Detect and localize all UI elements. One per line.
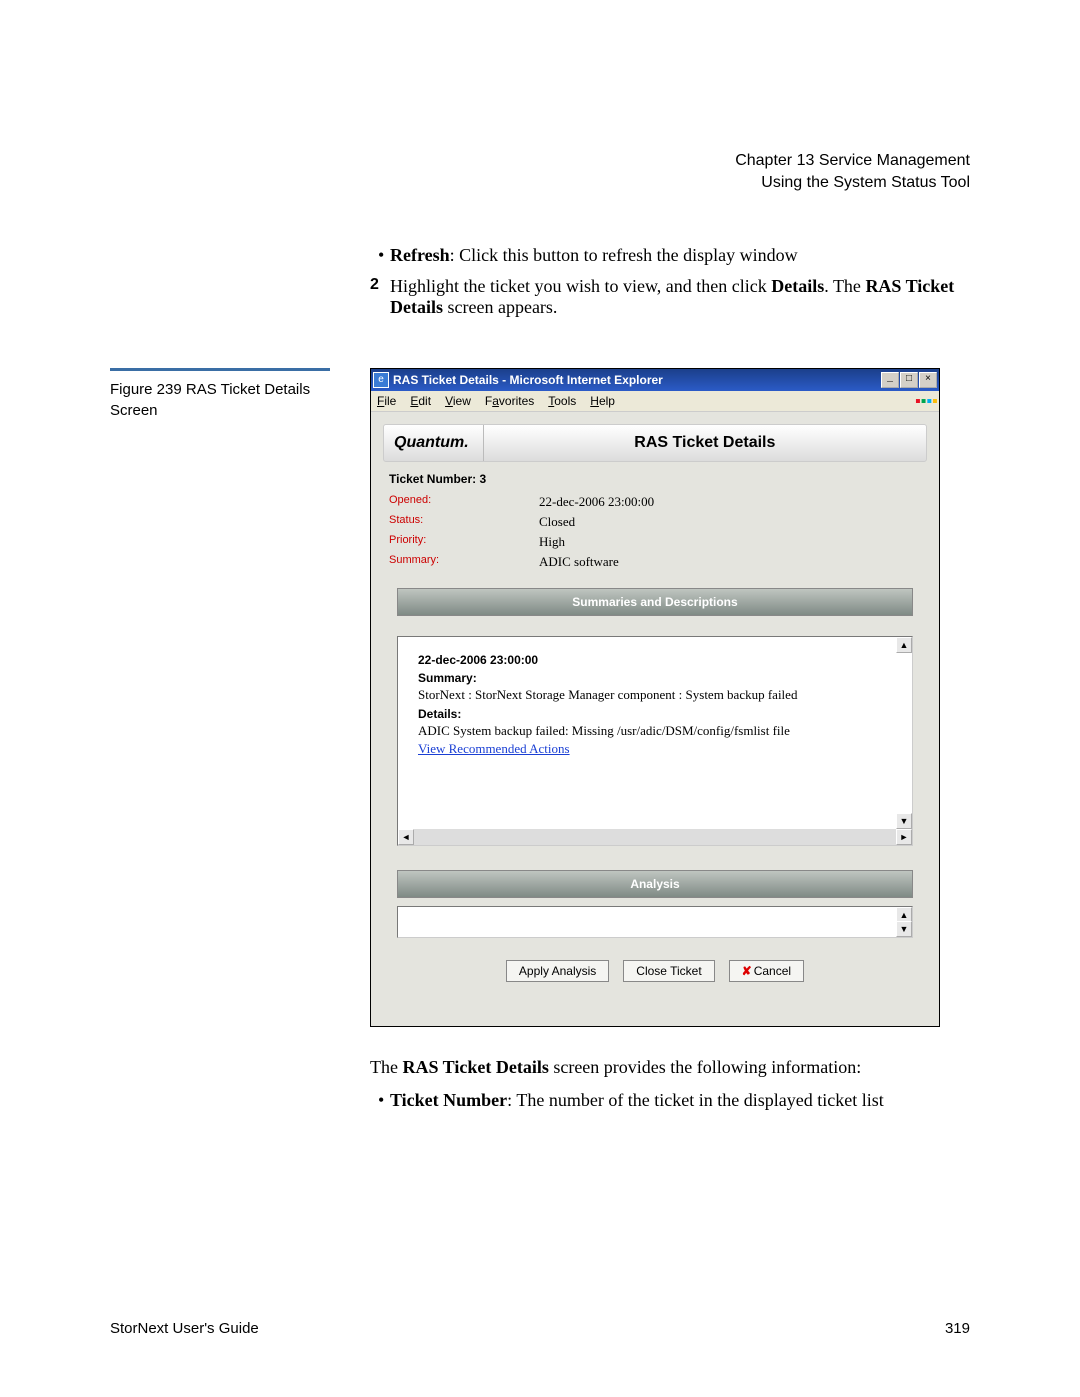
menu-favorites[interactable]: Favorites — [485, 394, 534, 408]
minimize-button[interactable]: _ — [881, 372, 899, 388]
after-intro: The RAS Ticket Details screen provides t… — [370, 1057, 970, 1078]
event-details-text: ADIC System backup failed: Missing /usr/… — [418, 723, 892, 739]
bullet-refresh: • Refresh: Click this button to refresh … — [370, 245, 970, 266]
summaries-header: Summaries and Descriptions — [397, 588, 913, 616]
ras-ticket-details-window: e RAS Ticket Details - Microsoft Interne… — [370, 368, 940, 1027]
refresh-text: : Click this button to refresh the displ… — [450, 245, 798, 265]
horizontal-scrollbar[interactable]: ◄ ► — [398, 829, 912, 845]
close-window-button[interactable]: × — [919, 372, 937, 388]
row-status: Status: Closed — [389, 514, 921, 530]
scroll-down-button[interactable]: ▼ — [896, 813, 912, 829]
section-line: Using the System Status Tool — [110, 172, 970, 194]
row-opened: Opened: 22-dec-2006 23:00:00 — [389, 494, 921, 510]
maximize-button[interactable]: □ — [900, 372, 918, 388]
bullet-ticket-number: • Ticket Number: The number of the ticke… — [370, 1090, 970, 1111]
cancel-button[interactable]: ✘Cancel — [729, 960, 804, 982]
analysis-scroll-down[interactable]: ▼ — [896, 921, 912, 937]
ticket-number: Ticket Number: 3 — [389, 472, 921, 486]
content-header: Quantum. RAS Ticket Details — [383, 424, 927, 462]
windows-logo-icon: ▪▪▪▪ — [915, 393, 935, 411]
refresh-label: Refresh — [390, 245, 450, 265]
window-title: RAS Ticket Details - Microsoft Internet … — [393, 373, 881, 387]
brand-label: Quantum. — [384, 425, 484, 461]
chapter-line: Chapter 13 Service Management — [110, 150, 970, 172]
button-row: Apply Analysis Close Ticket ✘Cancel — [383, 938, 927, 1014]
page-footer: StorNext User's Guide 319 — [110, 1320, 970, 1337]
apply-analysis-button[interactable]: Apply Analysis — [506, 960, 609, 982]
menu-tools[interactable]: Tools — [548, 394, 576, 408]
analysis-header: Analysis — [397, 870, 913, 898]
menu-edit[interactable]: Edit — [410, 394, 431, 408]
step-number: 2 — [370, 276, 390, 318]
event-details-label: Details: — [418, 707, 892, 721]
footer-left: StorNext User's Guide — [110, 1320, 259, 1337]
analysis-textarea[interactable]: ▲ ▼ — [397, 906, 913, 938]
page-title: RAS Ticket Details — [484, 434, 926, 452]
row-priority: Priority: High — [389, 534, 921, 550]
menubar: File Edit View Favorites Tools Help ▪▪▪▪ — [371, 391, 939, 412]
event-summary-label: Summary: — [418, 671, 892, 685]
close-ticket-button[interactable]: Close Ticket — [623, 960, 714, 982]
titlebar: e RAS Ticket Details - Microsoft Interne… — [371, 369, 939, 391]
menu-file[interactable]: File — [377, 394, 396, 408]
footer-page-number: 319 — [945, 1320, 970, 1337]
step-2: 2 Highlight the ticket you wish to view,… — [370, 276, 970, 318]
scroll-left-button[interactable]: ◄ — [398, 829, 414, 845]
page-header: Chapter 13 Service Management Using the … — [110, 150, 970, 195]
ie-icon: e — [373, 372, 389, 388]
menu-help[interactable]: Help — [590, 394, 615, 408]
figure-caption: Figure 239 RAS Ticket Details Screen — [110, 379, 330, 421]
scroll-up-button[interactable]: ▲ — [896, 637, 912, 653]
figure-rule — [110, 368, 330, 371]
event-timestamp: 22-dec-2006 23:00:00 — [418, 653, 892, 667]
scroll-right-button[interactable]: ► — [896, 829, 912, 845]
view-recommended-actions-link[interactable]: View Recommended Actions — [418, 741, 892, 757]
row-summary: Summary: ADIC software — [389, 554, 921, 570]
menu-view[interactable]: View — [445, 394, 471, 408]
ticket-info: Ticket Number: 3 Opened: 22-dec-2006 23:… — [383, 462, 927, 588]
summaries-panel: 22-dec-2006 23:00:00 Summary: StorNext :… — [397, 636, 913, 846]
event-summary-text: StorNext : StorNext Storage Manager comp… — [418, 687, 892, 703]
